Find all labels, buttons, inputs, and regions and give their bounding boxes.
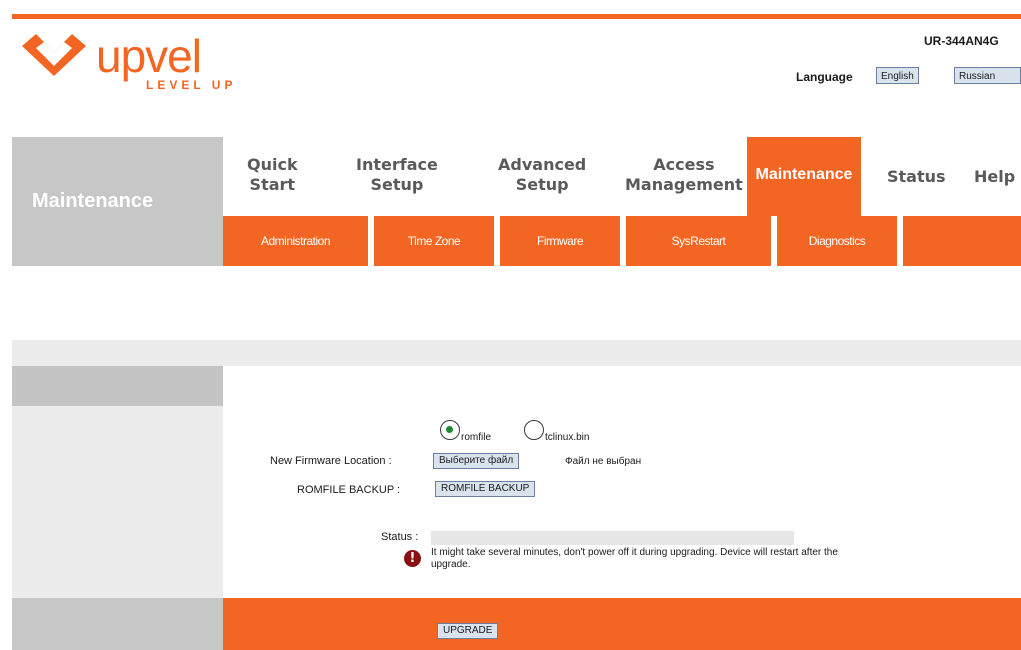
subnav-firmware[interactable]: Firmware (500, 216, 620, 266)
subnav-divider (897, 216, 903, 266)
subnav-diagnostics[interactable]: Diagnostics (777, 216, 897, 266)
warning-message: It might take several minutes, don't pow… (431, 547, 1021, 571)
language-label: Language (796, 70, 853, 84)
radio-romfile-label: romfile (461, 432, 492, 443)
upgrade-button[interactable]: UPGRADE (437, 623, 499, 639)
brand-name: upvel (96, 30, 202, 82)
section-header (12, 366, 223, 406)
footer-action-bar (223, 598, 1021, 650)
language-russian-button[interactable]: Russian (954, 67, 1021, 84)
subnav-sysrestart[interactable]: SysRestart (626, 216, 771, 266)
radio-tclinux-label: tclinux.bin (545, 432, 590, 443)
nav-quick-start-line2: Start (249, 175, 296, 194)
separator-band (12, 340, 1021, 366)
brand-logo: upvel LEVEL UP (18, 24, 238, 94)
subnav-administration[interactable]: Administration (223, 216, 368, 266)
model-name: UR-344AN4G (924, 34, 999, 48)
nav-interface-setup-line1: Interface (356, 155, 438, 174)
top-accent-line (12, 14, 1021, 19)
nav-access-management-line1: Access (653, 155, 715, 174)
nav-maintenance-label: Maintenance (755, 166, 853, 183)
nav-status[interactable]: Status (887, 167, 946, 187)
no-file-text: Файл не выбран (565, 456, 642, 467)
choose-file-button[interactable]: Выберите файл (433, 453, 520, 469)
romfile-backup-label: ROMFILE BACKUP : (297, 484, 401, 496)
warning-line-1: It might take several minutes, don't pow… (431, 547, 838, 558)
nav-interface-setup-line2: Setup (370, 175, 424, 194)
nav-access-management-line2: Management (625, 175, 743, 194)
nav-advanced-setup-line1: Advanced (498, 155, 587, 174)
warning-line-2: upgrade. (431, 559, 471, 570)
brand-tagline: LEVEL UP (146, 78, 237, 92)
status-label: Status : (381, 531, 419, 543)
nav-maintenance-active[interactable]: Maintenance (747, 137, 861, 216)
status-progress-bar (431, 531, 794, 545)
nav-advanced-setup-line2: Setup (515, 175, 569, 194)
firmware-location-label: New Firmware Location : (270, 455, 392, 467)
chevron-logo-icon (22, 34, 86, 76)
nav-quick-start-line1: Quick (247, 155, 298, 174)
nav-access-management[interactable]: Access Management (625, 155, 743, 195)
language-english-button[interactable]: English (876, 67, 919, 84)
sub-navigation: Administration Time Zone Firmware SysRes… (223, 216, 1021, 266)
nav-interface-setup[interactable]: Interface Setup (356, 155, 438, 195)
subnav-time-zone[interactable]: Time Zone (374, 216, 494, 266)
romfile-backup-button[interactable]: ROMFILE BACKUP (435, 481, 536, 497)
radio-romfile[interactable] (440, 420, 460, 440)
nav-help[interactable]: Help (974, 167, 1015, 187)
nav-advanced-setup[interactable]: Advanced Setup (498, 155, 586, 195)
radio-tclinux[interactable] (524, 420, 544, 440)
section-title: Firmware Upgrade (921, 398, 1009, 409)
footer-left-panel (12, 598, 223, 650)
nav-quick-start[interactable]: Quick Start (247, 155, 298, 195)
radio-selected-dot (446, 426, 453, 433)
sidebar-title: Maintenance (32, 190, 154, 212)
exclamation-icon: ! (404, 550, 421, 567)
